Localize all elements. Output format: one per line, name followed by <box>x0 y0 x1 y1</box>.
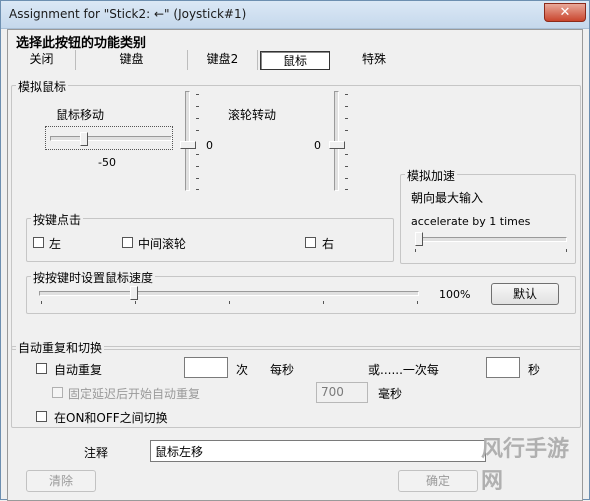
mouse-move-vertical-value: 0 <box>206 139 213 152</box>
default-button[interactable]: 默认 <box>491 283 559 305</box>
assignment-dialog: Assignment for "Stick2: ←" (Joystick#1) … <box>0 0 590 501</box>
tab-special[interactable]: 特殊 <box>334 50 414 70</box>
speed-label: 按按键时设置鼠标速度 <box>31 269 156 286</box>
or-once-every-label: 或......一次每 <box>368 363 439 377</box>
toggle-checkbox[interactable] <box>36 411 47 422</box>
tab-mouse[interactable]: 鼠标 <box>260 51 330 70</box>
click-label: 按键点击 <box>31 211 84 228</box>
click-group: 按键点击 左 中间滚轮 右 <box>26 211 394 262</box>
accel-slider[interactable] <box>415 237 567 242</box>
ok-button[interactable]: 确定 <box>398 470 478 492</box>
mouse-move-value: -50 <box>98 156 116 169</box>
speed-slider[interactable] <box>39 291 419 296</box>
speed-slider-thumb[interactable] <box>130 286 138 300</box>
mouse-sim-label: 模拟鼠标 <box>16 78 69 95</box>
seconds-input[interactable] <box>486 357 520 378</box>
accel-line2: accelerate by 1 times <box>411 215 531 228</box>
auto-repeat-label: 自动重复 <box>54 363 103 377</box>
accel-label: 模拟加速 <box>405 167 458 184</box>
close-icon: ✕ <box>559 5 571 20</box>
mouse-sim-group: 模拟鼠标 鼠标移动 -50 0 滚轮转动 0 模拟加速 朝向最大输入 accel… <box>11 78 581 350</box>
auto-repeat-group: 自动重复和切换 自动重复 次 每秒 或......一次每 秒 固定延迟后开始自动… <box>11 339 581 428</box>
clear-button[interactable]: 清除 <box>26 470 96 492</box>
accel-line1: 朝向最大输入 <box>411 191 484 205</box>
wheel-value: 0 <box>314 139 321 152</box>
category-tabs: 关闭 键盘 键盘2 鼠标 特殊 <box>8 50 582 70</box>
click-right-checkbox[interactable] <box>305 237 316 248</box>
delay-input[interactable]: 700 <box>316 382 368 403</box>
wheel-slider-thumb[interactable] <box>329 141 345 149</box>
click-middle-label: 中间滚轮 <box>138 237 187 251</box>
toggle-label: 在ON和OFF之间切换 <box>54 411 168 425</box>
auto-repeat-checkbox[interactable] <box>36 363 47 374</box>
wheel-label: 滚轮转动 <box>228 108 277 122</box>
repeat-times-input[interactable] <box>184 357 228 378</box>
tab-keyboard2[interactable]: 键盘2 <box>188 50 258 70</box>
title-bar: Assignment for "Stick2: ←" (Joystick#1) … <box>1 1 589 29</box>
window-title: Assignment for "Stick2: ←" (Joystick#1) <box>9 7 247 21</box>
per-second-label: 每秒 <box>270 363 295 377</box>
speed-percent: 100% <box>439 288 471 301</box>
click-middle-checkbox[interactable] <box>122 237 133 248</box>
watermark: 风行手游网 <box>481 437 570 494</box>
comment-label: 注释 <box>84 446 109 460</box>
click-left-label: 左 <box>49 237 62 251</box>
ms-unit: 毫秒 <box>378 387 403 401</box>
times-unit: 次 <box>236 363 249 377</box>
category-heading: 选择此按钮的功能类别 <box>16 36 147 51</box>
click-left-checkbox[interactable] <box>33 237 44 248</box>
slider-focus-rect <box>45 126 173 150</box>
speed-group: 按按键时设置鼠标速度 100% 默认 <box>26 269 576 314</box>
tab-off[interactable]: 关闭 <box>8 50 76 70</box>
seconds-unit: 秒 <box>528 363 541 377</box>
fixed-delay-checkbox[interactable] <box>52 387 63 398</box>
mouse-move-slider-thumb[interactable] <box>80 132 88 146</box>
close-button[interactable]: ✕ <box>544 3 586 22</box>
tab-keyboard[interactable]: 键盘 <box>76 50 188 70</box>
accel-group: 模拟加速 朝向最大输入 accelerate by 1 times <box>400 167 576 264</box>
accel-slider-thumb[interactable] <box>415 232 423 246</box>
mouse-move-label: 鼠标移动 <box>56 108 105 122</box>
auto-repeat-group-label: 自动重复和切换 <box>16 339 105 356</box>
fixed-delay-label: 固定延迟后开始自动重复 <box>68 387 201 401</box>
mouse-move-vertical-thumb[interactable] <box>180 141 196 149</box>
comment-input[interactable]: 鼠标左移 <box>150 440 486 462</box>
click-right-label: 右 <box>322 237 335 251</box>
